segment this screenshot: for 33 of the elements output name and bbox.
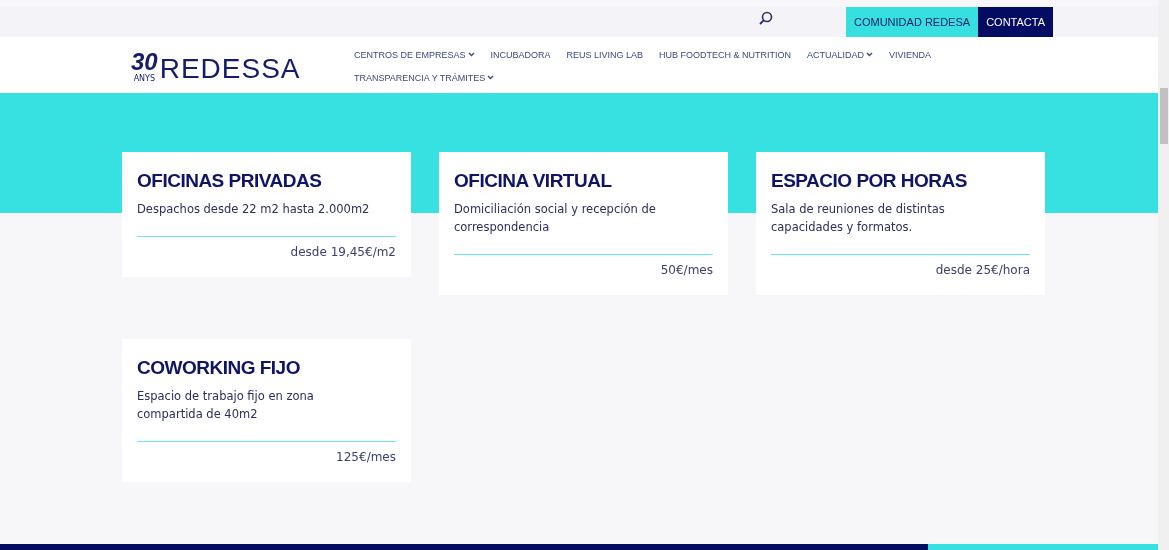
nav-link[interactable]: TRANSPARENCIA Y TRÁMITES bbox=[354, 66, 495, 89]
logo-name: REDESSA bbox=[159, 55, 301, 83]
contact-button[interactable]: CONTACTA bbox=[978, 7, 1053, 37]
nav-link[interactable]: REUS LIVING LAB bbox=[566, 43, 644, 66]
nav-link[interactable]: ACTUALIDAD bbox=[807, 43, 874, 66]
chevron-down-icon bbox=[467, 52, 475, 57]
card-description: Espacio de trabajo fijo en zona compartida de 40m2 bbox=[137, 388, 315, 423]
nav-link[interactable]: INCUBADORA bbox=[490, 43, 551, 66]
nav-link[interactable]: VIVIENDA bbox=[889, 43, 932, 66]
card-title: OFICINAS PRIVADAS bbox=[137, 170, 323, 192]
service-card[interactable]: OFICINAS PRIVADAS Despachos desde 22 m2 hasta 2.000m2 desde 19,45€/m2 bbox=[122, 152, 411, 277]
card-title: OFICINA VIRTUAL bbox=[454, 170, 613, 192]
chevron-down-icon bbox=[866, 52, 874, 57]
card-description: Domiciliación social y recepción de correspondencia bbox=[454, 201, 657, 236]
service-card[interactable]: OFICINA VIRTUAL Domiciliación social y recepción de correspondencia 50€/mes bbox=[439, 152, 728, 295]
search-icon[interactable] bbox=[759, 11, 773, 25]
chevron-down-icon bbox=[487, 75, 495, 80]
service-card[interactable]: COWORKING FIJO Espacio de trabajo fijo en zona compartida de 40m2 125€/mes bbox=[122, 339, 411, 482]
card-title: COWORKING FIJO bbox=[137, 357, 301, 379]
card-price: desde 25€/hora bbox=[935, 263, 1030, 277]
card-price: desde 19,45€/m2 bbox=[290, 245, 396, 259]
card-price: 125€/mes bbox=[336, 450, 396, 464]
community-button[interactable]: COMUNIDAD REDESA bbox=[846, 7, 979, 37]
nav-link[interactable]: HUB FOODTECH & NUTRITION bbox=[659, 43, 792, 66]
logo-caption: ANYS bbox=[133, 75, 156, 83]
logo-number: 30 bbox=[131, 49, 158, 75]
card-price: 50€/mes bbox=[660, 263, 713, 277]
nav-link[interactable]: CENTROS DE EMPRESAS bbox=[354, 43, 475, 66]
card-title: ESPACIO POR HORAS bbox=[771, 170, 968, 192]
service-card[interactable]: ESPACIO POR HORAS Sala de reuniones de distintas capacidades y formatos. desde 25€/hora bbox=[756, 152, 1045, 295]
card-description: Despachos desde 22 m2 hasta 2.000m2 bbox=[137, 201, 371, 218]
card-description: Sala de reuniones de distintas capacidades y formatos. bbox=[771, 201, 946, 236]
scrollbar-thumb[interactable] bbox=[1159, 88, 1168, 144]
